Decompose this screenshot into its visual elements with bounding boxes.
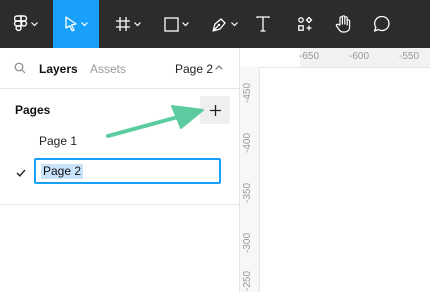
ruler-tick: -600 bbox=[349, 51, 370, 62]
hand-tool-icon bbox=[335, 15, 351, 33]
divider bbox=[0, 204, 239, 205]
pen-tool-button[interactable] bbox=[204, 0, 244, 48]
canvas[interactable] bbox=[260, 68, 430, 292]
chevron-down-icon bbox=[81, 21, 88, 26]
shape-tool-icon bbox=[163, 16, 179, 32]
shape-tool-button[interactable] bbox=[156, 0, 196, 48]
comment-tool-button[interactable] bbox=[370, 0, 394, 48]
ruler-tick: -350 bbox=[242, 182, 253, 203]
move-tool-icon bbox=[65, 16, 77, 32]
panel-tabs: Layers Assets Page 2 bbox=[0, 48, 239, 89]
horizontal-ruler: -650 -600 -550 bbox=[240, 48, 430, 68]
ruler-tick: -300 bbox=[242, 232, 253, 253]
components-icon bbox=[298, 16, 313, 31]
plus-icon bbox=[209, 104, 221, 116]
main-menu-button[interactable] bbox=[6, 0, 46, 48]
page-item-label: Page 1 bbox=[39, 134, 78, 148]
chevron-up-icon[interactable] bbox=[215, 65, 223, 70]
tab-layers[interactable]: Layers bbox=[39, 62, 78, 76]
page-rename-value: Page 2 bbox=[41, 164, 84, 179]
layers-panel: Layers Assets Page 2 Pages Page 1 Page 2 bbox=[0, 48, 240, 292]
frame-tool-button[interactable] bbox=[108, 0, 148, 48]
tab-assets[interactable]: Assets bbox=[90, 62, 126, 76]
ruler-tick: -400 bbox=[242, 132, 253, 153]
frame-tool-icon bbox=[116, 17, 130, 31]
page-selector[interactable]: Page 2 bbox=[175, 62, 213, 76]
ruler-tick: -650 bbox=[299, 51, 320, 62]
vertical-ruler: -450 -400 -350 -300 -250 bbox=[240, 67, 260, 292]
chevron-down-icon bbox=[230, 21, 238, 26]
add-page-button[interactable] bbox=[200, 96, 230, 124]
pages-header: Pages bbox=[15, 103, 51, 117]
text-tool-button[interactable] bbox=[252, 0, 274, 48]
ruler-tick: -250 bbox=[242, 270, 253, 291]
comment-tool-icon bbox=[373, 15, 390, 32]
search-icon[interactable] bbox=[14, 62, 26, 74]
components-button[interactable] bbox=[294, 0, 316, 48]
chevron-down-icon bbox=[181, 21, 189, 26]
ruler-tick: -450 bbox=[242, 82, 253, 103]
page-item-page-1[interactable]: Page 1 bbox=[0, 126, 239, 156]
pen-tool-icon bbox=[211, 17, 226, 32]
page-rename-input[interactable]: Page 2 bbox=[34, 158, 221, 184]
move-tool-button[interactable] bbox=[53, 0, 99, 48]
toolbar bbox=[0, 0, 430, 48]
figma-menu-icon bbox=[14, 15, 28, 32]
ruler-tick: -550 bbox=[399, 51, 420, 62]
chevron-down-icon bbox=[134, 21, 141, 26]
chevron-down-icon bbox=[31, 21, 38, 26]
text-tool-icon bbox=[256, 16, 270, 32]
hand-tool-button[interactable] bbox=[331, 0, 355, 48]
checkmark-icon bbox=[16, 169, 26, 177]
